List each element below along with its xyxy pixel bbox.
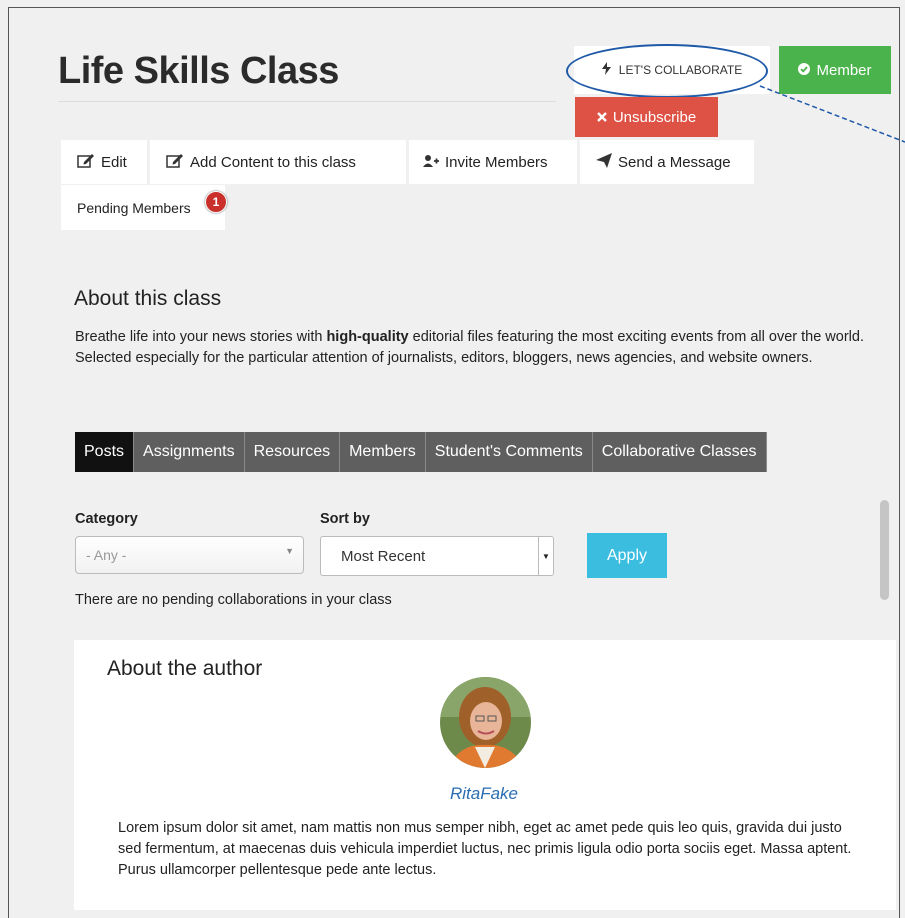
send-message-label: Send a Message xyxy=(618,153,731,171)
annotation-arrow-line xyxy=(759,85,905,143)
pending-members-label: Pending Members xyxy=(77,199,191,216)
tab-members[interactable]: Members xyxy=(340,432,426,472)
add-content-button[interactable]: Add Content to this class xyxy=(150,140,406,184)
sort-by-select[interactable]: Most Recent ▼ xyxy=(320,536,554,576)
tab-student-comments[interactable]: Student's Comments xyxy=(425,432,593,472)
pending-members-button[interactable]: Pending Members xyxy=(61,185,225,230)
category-select[interactable]: - Any - ▼ xyxy=(75,536,304,574)
edit-icon xyxy=(77,153,95,172)
tab-assignments[interactable]: Assignments xyxy=(134,432,245,472)
paper-plane-icon xyxy=(596,152,612,172)
add-content-label: Add Content to this class xyxy=(190,153,356,171)
edit-icon xyxy=(166,153,184,172)
send-message-button[interactable]: Send a Message xyxy=(580,140,754,184)
about-class-heading: About this class xyxy=(74,287,222,310)
tab-posts[interactable]: Posts xyxy=(75,432,135,472)
chevron-down-icon: ▼ xyxy=(285,546,294,556)
tab-collaborative-classes[interactable]: Collaborative Classes xyxy=(592,432,767,472)
add-user-icon xyxy=(423,154,439,171)
apply-button[interactable]: Apply xyxy=(587,533,667,578)
scrollbar[interactable] xyxy=(880,500,889,600)
category-value: - Any - xyxy=(86,547,127,563)
about-author-heading: About the author xyxy=(107,657,263,680)
author-bio: Lorem ipsum dolor sit amet, nam mattis n… xyxy=(118,820,852,878)
invite-members-label: Invite Members xyxy=(445,153,548,171)
empty-collaborations-message: There are no pending collaborations in y… xyxy=(75,592,392,608)
author-name-link[interactable]: RitaFake xyxy=(0,784,905,804)
class-tabs: Posts Assignments Resources Members Stud… xyxy=(75,432,767,472)
sort-by-value: Most Recent xyxy=(341,547,426,565)
avatar[interactable] xyxy=(440,677,531,768)
edit-label: Edit xyxy=(101,153,127,171)
edit-button[interactable]: Edit xyxy=(61,140,147,184)
invite-members-button[interactable]: Invite Members xyxy=(409,140,577,184)
tab-resources[interactable]: Resources xyxy=(244,432,341,472)
about-class-text: Breathe life into your news stories with… xyxy=(75,329,864,366)
sort-by-label: Sort by xyxy=(320,511,370,527)
pending-count-badge: 1 xyxy=(205,191,227,213)
chevron-down-icon: ▼ xyxy=(538,537,553,575)
category-label: Category xyxy=(75,511,138,527)
